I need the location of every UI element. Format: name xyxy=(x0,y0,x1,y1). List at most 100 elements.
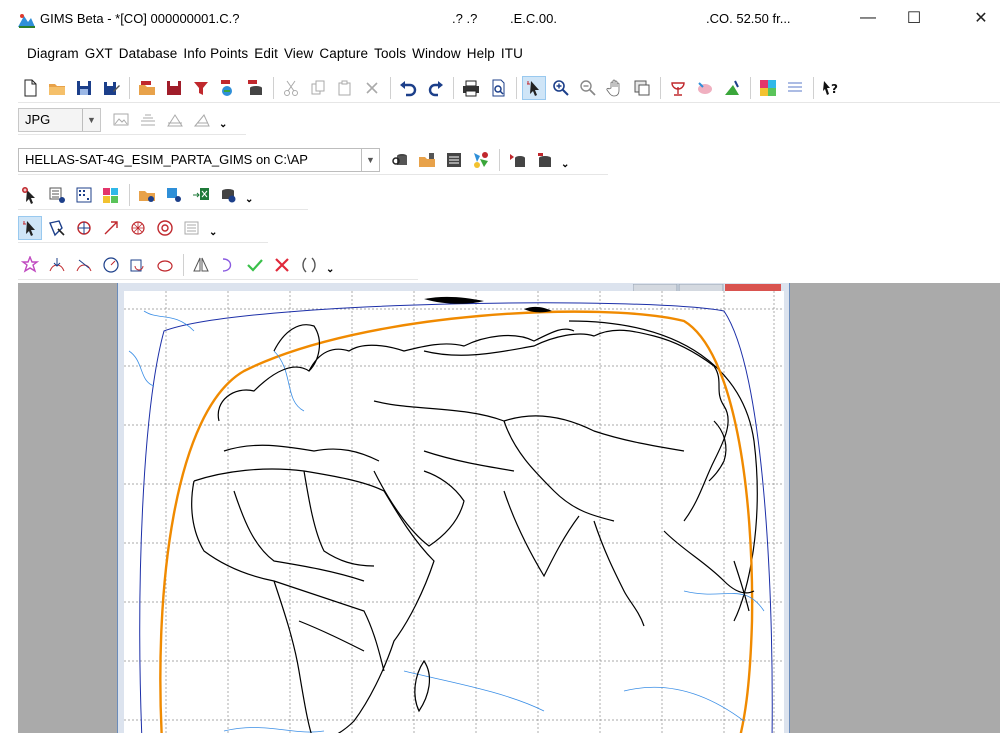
coverage-map[interactable] xyxy=(124,291,784,733)
save-as-icon[interactable] xyxy=(99,76,123,100)
menu-edit[interactable]: Edit xyxy=(251,44,281,66)
gxt-tree-icon[interactable] xyxy=(216,76,240,100)
coastlines xyxy=(191,324,755,733)
menu-tools[interactable]: Tools xyxy=(371,44,409,66)
info-points-toolbar: ⌄ xyxy=(18,180,308,210)
db-search-icon[interactable] xyxy=(388,148,412,172)
open-folder-icon[interactable] xyxy=(45,76,69,100)
title-segment-3: .CO. 52.50 fr... xyxy=(706,11,791,26)
menu-view[interactable]: View xyxy=(281,44,316,66)
add-point-icon[interactable] xyxy=(18,183,42,207)
toolbar-separator xyxy=(183,253,184,276)
toolbar-overflow-icon[interactable]: ⌄ xyxy=(561,159,569,170)
image-layers-icon[interactable] xyxy=(136,108,160,132)
image-format-select[interactable]: JPG ▼ xyxy=(18,107,101,132)
image-format-value: JPG xyxy=(25,112,51,127)
polygon-select-icon[interactable] xyxy=(45,216,69,240)
new-file-icon[interactable] xyxy=(18,76,42,100)
legend-list-icon[interactable] xyxy=(783,76,807,100)
toolbar-separator xyxy=(516,76,517,99)
circle-tool-icon[interactable] xyxy=(99,253,123,277)
menu-database[interactable]: Database xyxy=(116,44,181,66)
copy-icon[interactable] xyxy=(306,76,330,100)
point-db-icon[interactable] xyxy=(216,183,240,207)
print-icon[interactable] xyxy=(459,76,483,100)
map-window-controls xyxy=(632,283,783,293)
contour-edit-icon[interactable] xyxy=(72,216,96,240)
gxt-filter-icon[interactable] xyxy=(189,76,213,100)
gims-app-icon xyxy=(16,10,36,30)
select-tool-icon[interactable] xyxy=(18,215,42,240)
grid-tool-icon[interactable] xyxy=(126,216,150,240)
contour-import-icon[interactable] xyxy=(45,253,69,277)
db-colored-icon[interactable] xyxy=(469,148,493,172)
menu-capture[interactable]: Capture xyxy=(316,44,371,66)
zoom-in-icon[interactable] xyxy=(549,76,573,100)
toolbar-separator xyxy=(273,76,274,99)
arrow-tool-icon[interactable] xyxy=(99,216,123,240)
menu-info-points[interactable]: Info Points xyxy=(180,44,251,66)
toolbar-overflow-icon[interactable]: ⌄ xyxy=(326,264,334,275)
beam-tool-icon[interactable] xyxy=(720,76,744,100)
redo-icon[interactable] xyxy=(423,76,447,100)
zoom-extent-icon[interactable] xyxy=(630,76,654,100)
minimize-button[interactable]: — xyxy=(845,0,891,36)
contour-copy-icon[interactable] xyxy=(126,253,150,277)
paste-icon[interactable] xyxy=(333,76,357,100)
toolbar-overflow-icon[interactable]: ⌄ xyxy=(245,194,253,205)
image-export-icon[interactable] xyxy=(109,108,133,132)
point-grid-icon[interactable] xyxy=(72,183,96,207)
apply-check-icon[interactable] xyxy=(243,253,267,277)
point-palette-icon[interactable] xyxy=(99,183,123,207)
star-polygon-icon[interactable] xyxy=(18,253,42,277)
arc-tool-icon[interactable] xyxy=(216,253,240,277)
toolbar-overflow-icon[interactable]: ⌄ xyxy=(219,119,227,130)
point-folder-icon[interactable] xyxy=(135,183,159,207)
delete-icon[interactable] xyxy=(360,76,384,100)
zoom-out-icon[interactable] xyxy=(576,76,600,100)
gxt-database-icon[interactable] xyxy=(243,76,267,100)
undo-icon[interactable] xyxy=(396,76,420,100)
drawing-toolbar: ⌄ xyxy=(18,250,418,280)
contour-export-icon[interactable] xyxy=(72,253,96,277)
save-icon[interactable] xyxy=(72,76,96,100)
image-ramp-icon[interactable] xyxy=(190,108,214,132)
db-open-icon[interactable] xyxy=(415,148,439,172)
maximize-button[interactable]: ☐ xyxy=(891,0,937,36)
image-shape-icon[interactable] xyxy=(163,108,187,132)
context-help-icon[interactable]: ? xyxy=(819,76,843,100)
menu-itu[interactable]: ITU xyxy=(498,44,526,66)
pan-hand-icon[interactable] xyxy=(603,76,627,100)
cut-icon[interactable] xyxy=(279,76,303,100)
db-export-icon[interactable] xyxy=(505,148,529,172)
point-save-icon[interactable] xyxy=(162,183,186,207)
menu-gxt[interactable]: GXT xyxy=(82,44,116,66)
close-button[interactable]: ✕ xyxy=(958,0,1004,36)
db-stack-icon[interactable] xyxy=(532,148,556,172)
database-select[interactable]: HELLAS-SAT-4G_ESIM_PARTA_GIMS on C:\AP ▼ xyxy=(18,147,380,172)
ellipse-tool-icon[interactable] xyxy=(153,253,177,277)
main-toolbar: ? xyxy=(18,73,1000,103)
point-list-icon[interactable] xyxy=(45,183,69,207)
properties-icon[interactable] xyxy=(180,216,204,240)
toolbar-separator xyxy=(499,148,500,171)
color-palette-icon[interactable] xyxy=(756,76,780,100)
db-table-icon[interactable] xyxy=(442,148,466,172)
cancel-x-icon[interactable] xyxy=(270,253,294,277)
map-window[interactable] xyxy=(117,283,790,733)
toolbar-overflow-icon[interactable]: ⌄ xyxy=(209,227,217,238)
menu-window[interactable]: Window xyxy=(409,44,464,66)
earth-station-icon[interactable] xyxy=(666,76,690,100)
target-icon[interactable] xyxy=(153,216,177,240)
print-preview-icon[interactable] xyxy=(486,76,510,100)
mirror-icon[interactable] xyxy=(189,253,213,277)
toolbar-separator xyxy=(750,76,751,99)
select-pointer-icon[interactable] xyxy=(522,75,546,100)
save-gxt-icon[interactable] xyxy=(162,76,186,100)
point-excel-icon[interactable] xyxy=(189,183,213,207)
open-gxt-icon[interactable] xyxy=(135,76,159,100)
satellite-icon[interactable] xyxy=(693,76,717,100)
menu-help[interactable]: Help xyxy=(464,44,498,66)
menu-diagram[interactable]: Diagram xyxy=(24,44,82,66)
parentheses-icon[interactable] xyxy=(297,253,321,277)
